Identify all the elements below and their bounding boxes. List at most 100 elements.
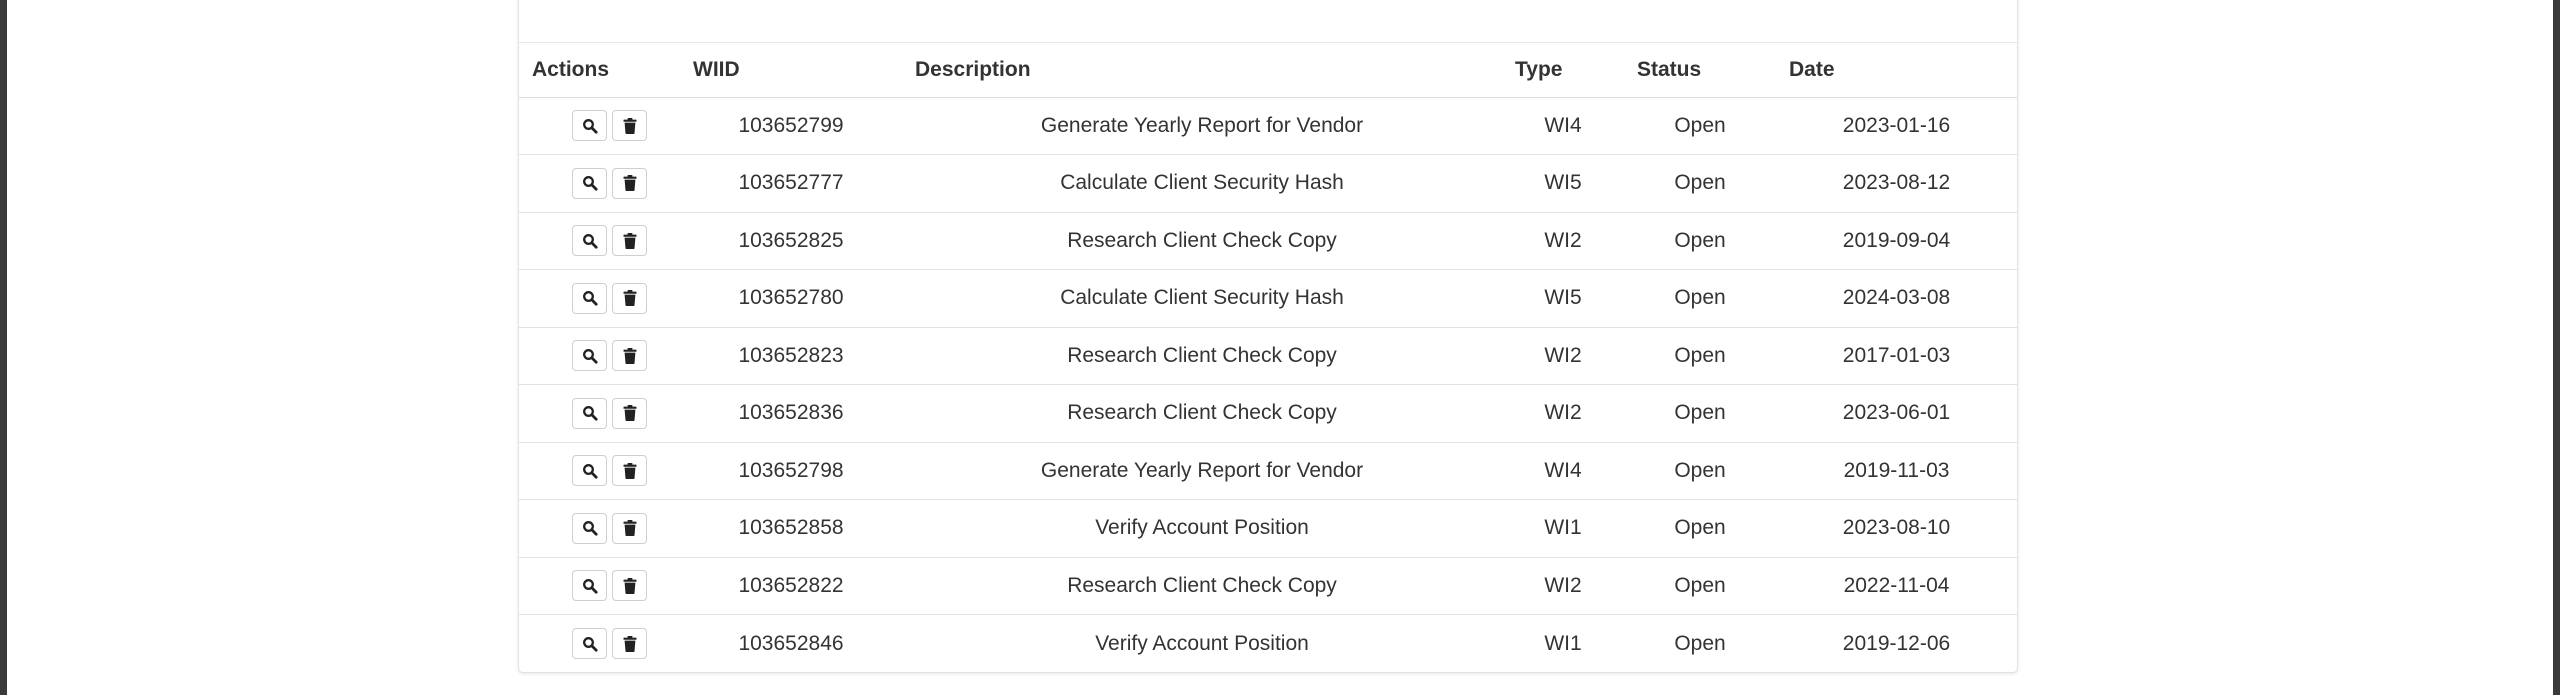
delete-button[interactable] [612, 512, 647, 544]
cell-description: Research Client Check Copy [902, 212, 1502, 270]
delete-button[interactable] [612, 110, 647, 142]
cell-wiid: 103652780 [680, 269, 902, 328]
search-icon [582, 233, 598, 249]
trash-icon [623, 347, 637, 364]
search-icon [582, 578, 598, 594]
cell-description: Calculate Client Security Hash [902, 154, 1502, 213]
delete-button[interactable] [612, 628, 647, 659]
search-icon [582, 175, 598, 191]
trash-icon [623, 405, 637, 422]
cell-description: Verify Account Position [1095, 631, 1309, 655]
column-header-status[interactable]: Status [1624, 43, 1776, 98]
cell-description: Verify Account Position [902, 499, 1502, 558]
cell-date: 2019-09-04 [1776, 212, 2017, 270]
cell-description: Research Client Check Copy [902, 557, 1502, 615]
table-row: 103652825 Research Client Check Copy WI2… [519, 212, 2017, 270]
delete-button[interactable] [612, 282, 647, 314]
trash-icon [623, 290, 637, 307]
work-items-panel: Actions WIID Description Type Status Dat… [518, 0, 2018, 673]
cell-date: 2024-03-08 [1776, 269, 2017, 328]
delete-button[interactable] [612, 167, 647, 199]
view-button[interactable] [572, 570, 607, 602]
row-actions [519, 499, 680, 558]
trash-icon [623, 635, 637, 652]
cell-wiid: 103652822 [680, 557, 902, 615]
cell-status: Open [1624, 212, 1776, 270]
cell-wiid: 103652777 [680, 154, 902, 213]
view-button[interactable] [572, 167, 607, 199]
column-header-wiid[interactable]: WIID [680, 43, 902, 98]
cell-wiid: 103652825 [680, 212, 902, 270]
cell-type: WI1 [1544, 631, 1582, 655]
search-icon [582, 290, 598, 306]
delete-button[interactable] [612, 225, 647, 257]
trash-icon [623, 232, 637, 249]
cell-description: Generate Yearly Report for Vendor [902, 442, 1502, 500]
cell-description: Research Client Check Copy [902, 327, 1502, 385]
table-row: 103652777 Calculate Client Security Hash… [519, 154, 2017, 213]
view-button[interactable] [572, 397, 607, 429]
view-button[interactable] [572, 110, 607, 142]
column-header-description[interactable]: Description [902, 43, 1502, 98]
search-icon [582, 636, 598, 652]
table-body: 103652799 Generate Yearly Report for Ven… [519, 97, 2017, 672]
cell-description: Research Client Check Copy [902, 384, 1502, 443]
delete-button[interactable] [612, 397, 647, 429]
view-button[interactable] [572, 225, 607, 257]
table-row: 103652858 Verify Account Position WI1 Op… [519, 499, 2017, 558]
cell-wiid: 103652799 [680, 97, 902, 155]
cell-date: 2023-08-12 [1776, 154, 2017, 213]
cell-description: Calculate Client Security Hash [902, 269, 1502, 328]
table-row: 103652798 Generate Yearly Report for Ven… [519, 442, 2017, 500]
search-icon [582, 118, 598, 134]
row-actions [519, 327, 680, 385]
trash-icon [623, 117, 637, 134]
search-icon [582, 520, 598, 536]
window-frame-left [0, 0, 7, 695]
delete-button[interactable] [612, 340, 647, 372]
trash-icon [623, 462, 637, 479]
table-row: 103652822 Research Client Check Copy WI2… [519, 557, 2017, 615]
delete-button[interactable] [612, 455, 647, 487]
work-items-table: Actions WIID Description Type Status Dat… [519, 43, 2017, 672]
row-actions [519, 154, 680, 213]
cell-status: Open [1624, 269, 1776, 328]
trash-icon [623, 175, 637, 192]
view-button[interactable] [572, 455, 607, 487]
table-row: 103652799 Generate Yearly Report for Ven… [519, 97, 2017, 155]
row-actions [519, 212, 680, 270]
trash-icon [623, 520, 637, 537]
cell-type: WI4 [1502, 442, 1624, 500]
cell-type: WI2 [1502, 384, 1624, 443]
view-button[interactable] [572, 282, 607, 314]
cell-wiid: 103652798 [680, 442, 902, 500]
column-header-date[interactable]: Date [1776, 43, 2017, 98]
cell-status: Open [1674, 631, 1726, 655]
cell-wiid: 103652823 [680, 327, 902, 385]
view-button[interactable] [572, 628, 607, 659]
table-row: 103652823 Research Client Check Copy WI2… [519, 327, 2017, 385]
row-actions [519, 615, 680, 673]
cell-status: Open [1624, 327, 1776, 385]
column-header-type[interactable]: Type [1502, 43, 1624, 98]
cell-status: Open [1624, 97, 1776, 155]
cell-status: Open [1624, 499, 1776, 558]
row-actions [519, 557, 680, 615]
cell-type: WI1 [1502, 499, 1624, 558]
cell-type: WI2 [1502, 557, 1624, 615]
table-row: 103652836 Research Client Check Copy WI2… [519, 384, 2017, 443]
search-icon [582, 348, 598, 364]
table-row: 103652780 Calculate Client Security Hash… [519, 269, 2017, 328]
view-button[interactable] [572, 340, 607, 372]
cell-status: Open [1624, 384, 1776, 443]
cell-type: WI5 [1502, 154, 1624, 213]
cell-date: 2023-01-16 [1776, 97, 2017, 155]
view-button[interactable] [572, 512, 607, 544]
cell-type: WI2 [1502, 327, 1624, 385]
cell-wiid: 103652836 [680, 384, 902, 443]
row-actions [519, 384, 680, 443]
cell-date: 2023-06-01 [1776, 384, 2017, 443]
delete-button[interactable] [612, 570, 647, 602]
table-row: 103652846 Verify Account Position WI1 Op… [519, 615, 2017, 673]
table-header-row: Actions WIID Description Type Status Dat… [519, 43, 2017, 98]
